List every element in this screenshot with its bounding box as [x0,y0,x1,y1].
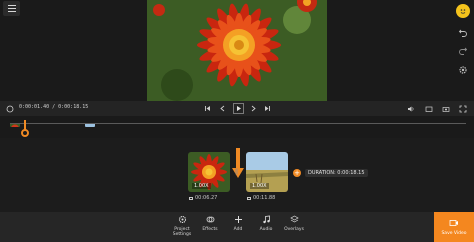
loop-icon[interactable] [5,103,15,114]
skip-to-end-icon[interactable] [263,103,272,114]
project-settings-button[interactable]: Project Settings [169,215,195,241]
transition-marker[interactable]: ǁ [235,168,238,175]
flower-preview-image [147,0,327,101]
gear-icon[interactable] [456,63,470,77]
music-note-icon [262,215,271,227]
layers-icon [289,215,299,227]
playback-time: 0:00:01.40 / 0:00:18.15 [19,104,89,110]
emoji-icon[interactable] [456,4,470,18]
total-time: 0:00:18.15 [58,104,89,110]
next-frame-icon[interactable] [249,103,258,114]
overlays-button[interactable]: Overlays [281,215,307,241]
video-camera-icon [247,196,251,200]
arrow-down-icon [232,148,244,178]
screenshot-icon[interactable] [441,103,451,114]
clip-1-duration: 00:06.27 [189,195,217,201]
save-video-icon [449,218,459,231]
add-button[interactable]: Add [225,215,251,241]
scrubber-track[interactable] [0,116,474,138]
gear-icon [178,215,187,227]
play-icon [237,106,241,111]
video-preview-area [0,0,474,101]
fullscreen-icon[interactable] [458,103,468,114]
play-button[interactable] [233,103,244,114]
menu-button[interactable] [3,1,20,16]
save-video-button[interactable]: Save Video [434,212,474,242]
audio-button[interactable]: Audio [253,215,279,241]
scrubber-thumbnail-clip-2 [85,118,95,127]
scrubber-line [10,123,466,124]
total-duration-badge: DURATION: 0:00:18.15 [305,169,368,177]
clip-2-duration: 00:11.88 [247,195,275,201]
scrubber-playhead-handle[interactable] [21,129,29,137]
scrubber-thumbnail-clip-1 [10,118,20,127]
plus-icon [234,215,243,227]
timeline-clip-1[interactable]: 1.00X [188,152,230,192]
video-preview-frame [147,0,327,101]
effects-button[interactable]: Effects [197,215,223,241]
add-clip-button[interactable]: + [293,169,301,177]
volume-icon[interactable] [406,103,416,114]
hamburger-menu-icon [7,5,16,6]
effects-icon [206,215,215,227]
playback-controls-bar: 0:00:01.40 / 0:00:18.15 [0,101,474,116]
current-time: 0:00:01.40 [19,104,50,110]
clip-1-speed: 1.00X [192,183,211,189]
insert-position-arrow [232,148,244,182]
previous-frame-icon[interactable] [218,103,227,114]
timeline-clip-2[interactable]: 1.00X [246,152,288,192]
clip-timeline: 1.00X 00:06.27 ǁ 1.00X 00:11.88 + DURATI… [0,138,474,212]
skip-to-start-icon[interactable] [203,103,212,114]
video-camera-icon [189,196,193,200]
bottom-toolbar: Project Settings Effects Add Audio Overl… [0,212,474,242]
undo-icon[interactable] [456,25,470,39]
aspect-ratio-icon[interactable] [424,103,434,114]
right-side-rail [452,0,474,101]
redo-icon[interactable] [456,43,470,57]
clip-2-speed: 1.00X [250,183,269,189]
